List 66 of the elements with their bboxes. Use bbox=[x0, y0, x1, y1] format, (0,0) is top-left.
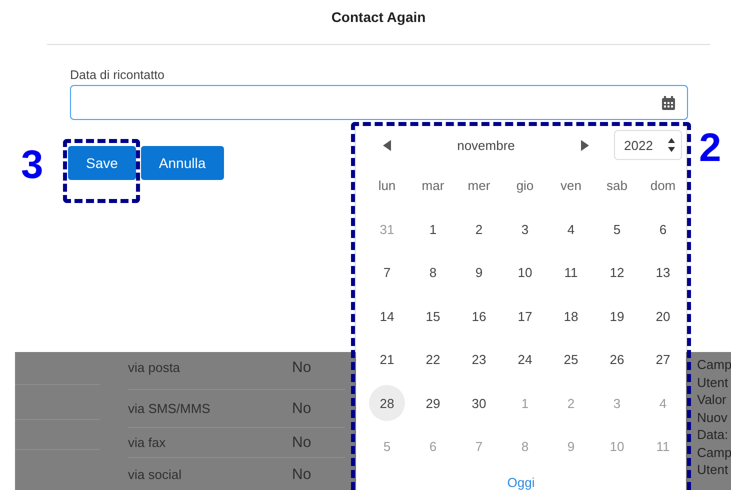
annotation-number: 3 bbox=[21, 145, 44, 185]
weekday-label: mer bbox=[466, 177, 492, 196]
annotation-number: 2 bbox=[699, 128, 722, 168]
date-field[interactable] bbox=[70, 85, 688, 120]
calendar-day[interactable]: 3 bbox=[507, 211, 543, 248]
calendar-day[interactable]: 12 bbox=[599, 254, 635, 291]
channel-label: via fax bbox=[128, 435, 167, 450]
right-triangle-icon bbox=[581, 140, 589, 150]
dialog-title: Contact Again bbox=[47, 0, 710, 45]
calendar-day[interactable]: 30 bbox=[461, 385, 497, 422]
channel-value: No bbox=[292, 466, 312, 483]
calendar-icon bbox=[662, 96, 675, 110]
calendar-day[interactable]: 2 bbox=[461, 211, 497, 248]
calendar-day[interactable]: 26 bbox=[599, 342, 635, 378]
calendar-day[interactable]: 24 bbox=[507, 342, 543, 378]
calendar-day[interactable]: 15 bbox=[415, 298, 451, 334]
calendar-day[interactable]: 22 bbox=[415, 342, 451, 378]
cancel-button[interactable]: Annulla bbox=[140, 146, 224, 180]
calendar-day[interactable]: 27 bbox=[645, 342, 681, 378]
channel-label: via posta bbox=[128, 360, 182, 376]
calendar-day[interactable]: 13 bbox=[645, 254, 681, 291]
channel-label: via SMS/MMS bbox=[128, 400, 212, 416]
calendar-day[interactable]: 7 bbox=[369, 254, 405, 291]
side-text: Valor bbox=[697, 391, 728, 408]
weekday-label: lun bbox=[377, 177, 397, 196]
side-text: Camp bbox=[697, 356, 731, 374]
left-triangle-icon bbox=[383, 140, 391, 150]
calendar-day[interactable]: 8 bbox=[415, 254, 451, 291]
weekday-label: gio bbox=[515, 177, 535, 196]
channel-value: No bbox=[292, 400, 312, 417]
side-text: Utent bbox=[697, 374, 730, 391]
calendar-day[interactable]: 29 bbox=[415, 385, 451, 422]
calendar-day[interactable]: 16 bbox=[461, 298, 497, 334]
weekday-label: dom bbox=[649, 177, 677, 196]
side-text: Camp bbox=[697, 444, 731, 461]
save-button[interactable]: Save bbox=[68, 146, 136, 180]
calendar-day[interactable]: 9 bbox=[461, 254, 497, 291]
side-text: Utent bbox=[697, 461, 730, 478]
channel-value: No bbox=[292, 359, 312, 376]
weekday-label: sab bbox=[606, 177, 628, 196]
calendar-day[interactable]: 6 bbox=[645, 211, 681, 248]
side-text: Data: bbox=[697, 426, 730, 444]
year-spinner[interactable]: 2022 bbox=[614, 130, 682, 160]
calendar-day[interactable]: 28 bbox=[369, 385, 405, 422]
weekday-label: mar bbox=[420, 177, 446, 196]
calendar-day[interactable]: 20 bbox=[645, 298, 681, 334]
calendar-day[interactable]: 14 bbox=[369, 298, 405, 334]
calendar-day[interactable]: 5 bbox=[599, 211, 635, 248]
calendar-day[interactable]: 18 bbox=[553, 298, 589, 334]
calendar-day[interactable]: 25 bbox=[553, 342, 589, 378]
calendar-day[interactable]: 4 bbox=[553, 211, 589, 248]
calendar-day[interactable]: 23 bbox=[461, 342, 497, 378]
side-text: Nuov bbox=[697, 408, 728, 426]
calendar-day[interactable]: 21 bbox=[369, 342, 405, 378]
calendar-day[interactable]: 11 bbox=[553, 254, 589, 291]
month-label: novembre bbox=[456, 138, 516, 152]
weekday-label: ven bbox=[560, 177, 582, 196]
spinner-arrows-icon bbox=[668, 138, 675, 152]
field-label: Data di ricontatto bbox=[70, 68, 164, 82]
channel-label: via social bbox=[128, 466, 182, 482]
calendar-day[interactable]: 10 bbox=[507, 254, 543, 291]
today-button[interactable]: Oggi bbox=[507, 474, 535, 490]
calendar-day[interactable]: 1 bbox=[415, 211, 451, 248]
channel-value: No bbox=[292, 434, 312, 452]
calendar-day[interactable]: 19 bbox=[599, 298, 635, 334]
calendar-day[interactable]: 17 bbox=[507, 298, 543, 334]
